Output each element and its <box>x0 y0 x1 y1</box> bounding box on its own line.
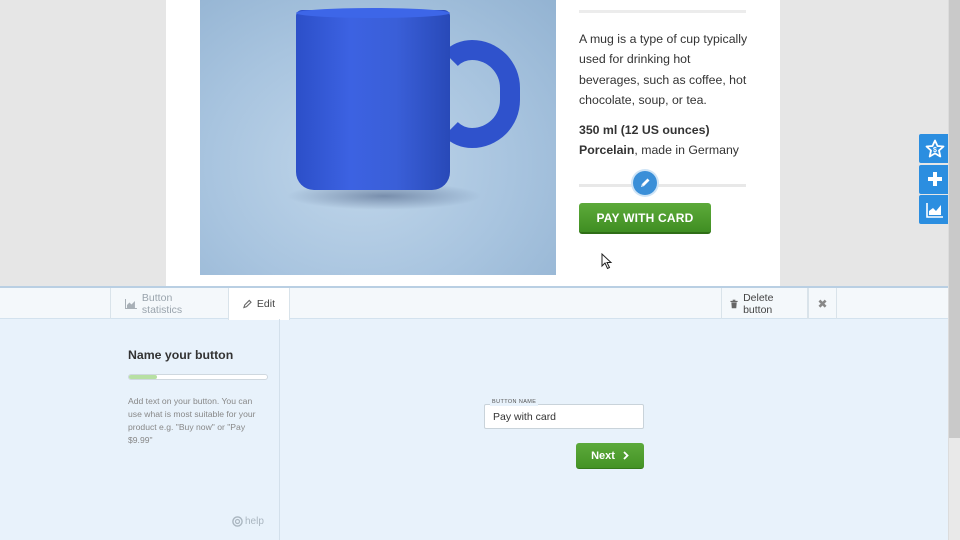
close-icon: ✖ <box>817 296 828 311</box>
pencil-icon <box>243 299 252 309</box>
step-progress-fill <box>129 375 157 379</box>
tab-edit[interactable]: Edit <box>228 288 290 320</box>
step-sidebar: Name your button Add text on your button… <box>110 319 280 540</box>
statistics-button[interactable] <box>919 195 950 224</box>
svg-text:$: $ <box>933 147 937 154</box>
help-link-label: help <box>245 516 264 527</box>
star-dollar-button[interactable]: $ <box>919 134 950 163</box>
product-material: Porcelain, made in Germany <box>579 140 739 160</box>
button-editor-panel: Button statistics Edit Delete button ✖ N… <box>0 286 948 540</box>
delete-button-tab[interactable]: Delete button <box>721 288 808 319</box>
product-description: A mug is a type of cup typically used fo… <box>579 32 748 107</box>
side-toolbar: $ <box>919 134 950 226</box>
lifebuoy-icon <box>232 516 243 527</box>
mug-body <box>296 10 450 190</box>
divider <box>579 10 746 13</box>
material-origin: , made in Germany <box>634 143 739 157</box>
close-editor-button[interactable]: ✖ <box>808 288 837 319</box>
star-dollar-icon: $ <box>925 139 944 157</box>
product-page: A mug is a type of cup typically used fo… <box>0 0 948 286</box>
material-name: Porcelain <box>579 143 635 157</box>
chevron-right-icon <box>623 451 629 460</box>
tab-statistics-label: Button statistics <box>141 291 183 316</box>
plus-icon <box>927 172 942 186</box>
next-button[interactable]: Next <box>576 443 644 469</box>
area-chart-icon <box>925 202 943 218</box>
product-card: A mug is a type of cup typically used fo… <box>166 0 780 286</box>
tab-edit-label: Edit <box>256 298 275 310</box>
next-button-label: Next <box>591 449 615 462</box>
delete-button-label: Delete button <box>743 291 774 316</box>
edit-pencil-button[interactable] <box>633 171 657 195</box>
step-progress-bar <box>128 374 268 380</box>
mouse-cursor-icon <box>601 253 613 270</box>
trash-icon <box>730 299 738 308</box>
help-link[interactable]: help <box>232 516 264 527</box>
product-image <box>200 0 556 275</box>
mug-rim <box>296 8 450 18</box>
scrollbar-thumb[interactable] <box>949 0 960 438</box>
tab-button-statistics[interactable]: Button statistics <box>110 288 229 319</box>
step-title: Name your button <box>128 348 234 362</box>
area-chart-icon <box>125 298 137 309</box>
button-name-input[interactable] <box>484 404 644 429</box>
pay-with-card-button[interactable]: PAY WITH CARD <box>579 203 711 234</box>
step-help-text: Add text on your button. You can use wha… <box>128 396 256 445</box>
edit-slider-track <box>579 184 746 187</box>
add-button[interactable] <box>919 164 950 194</box>
editor-tab-bar: Button statistics Edit Delete button ✖ <box>0 288 948 320</box>
pencil-icon <box>641 178 650 187</box>
button-name-label: BUTTON NAME <box>490 398 539 406</box>
product-volume: 350 ml (12 US ounces) <box>579 123 710 137</box>
